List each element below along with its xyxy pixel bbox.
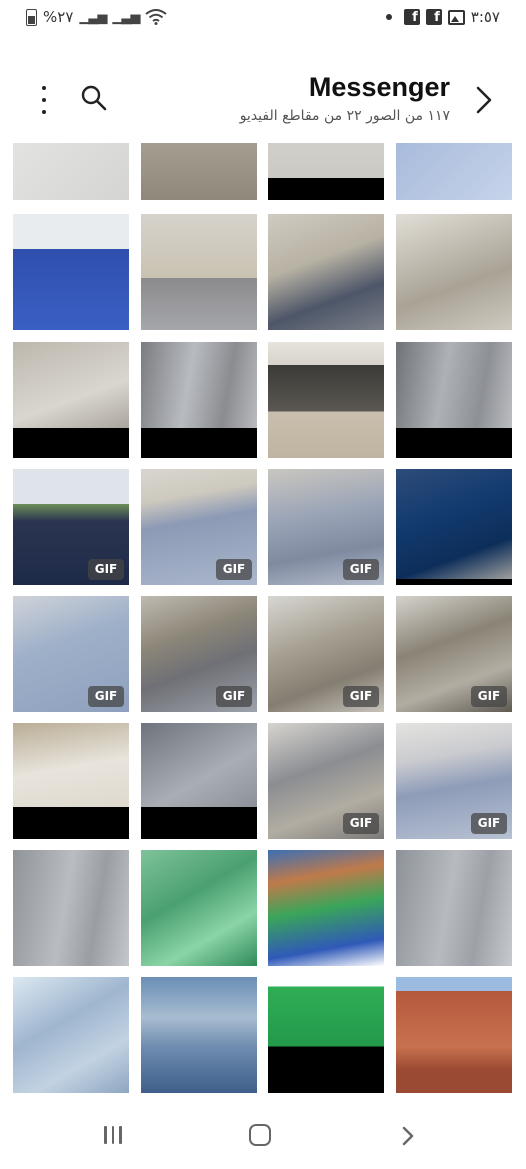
back-chevron-icon[interactable] — [398, 1126, 418, 1146]
media-thumbnail[interactable] — [141, 143, 257, 200]
chevron-right-icon[interactable] — [472, 84, 496, 116]
more-dot-icon — [42, 86, 46, 90]
thumbnail-image — [396, 850, 512, 966]
album-subtitle: ١١٧ من الصور ٢٢ من مقاطع الفيديو — [239, 108, 450, 124]
album-title: Messenger — [308, 72, 450, 102]
facebook-icon: f — [403, 9, 420, 25]
letterbox-bar — [13, 428, 129, 458]
media-thumbnail[interactable] — [141, 214, 257, 330]
gif-badge: GIF — [471, 813, 507, 834]
media-thumbnail[interactable] — [141, 850, 257, 966]
gif-badge: GIF — [88, 559, 124, 580]
media-thumbnail[interactable] — [13, 143, 129, 200]
media-thumbnail[interactable] — [13, 214, 129, 330]
media-thumbnail[interactable]: GIF — [141, 469, 257, 585]
thumbnail-image — [141, 977, 257, 1093]
gif-badge: GIF — [88, 686, 124, 707]
more-dot-icon — [42, 98, 46, 102]
media-thumbnail[interactable] — [141, 977, 257, 1093]
gif-badge: GIF — [216, 559, 252, 580]
thumbnail-image — [141, 214, 257, 330]
thumbnail-image — [396, 977, 512, 1093]
thumbnail-image — [13, 143, 129, 200]
status-right: f f ٣:٥٧ — [385, 8, 500, 26]
gif-badge: GIF — [216, 686, 252, 707]
signal-icon: ▁▃▅ — [79, 9, 107, 25]
media-thumbnail[interactable]: GIF — [13, 596, 129, 712]
thumbnail-image — [268, 977, 384, 1093]
status-bar: %٢٧ ▁▃▅ ▁▃▅ f f ٣:٥٧ — [0, 0, 526, 40]
letterbox-bar — [13, 807, 129, 839]
thumbnail-image — [13, 977, 129, 1093]
more-options-button[interactable] — [34, 86, 54, 114]
media-thumbnail[interactable] — [268, 977, 384, 1093]
letterbox-bar — [268, 178, 384, 200]
wifi-icon — [145, 9, 168, 25]
status-time: ٣:٥٧ — [470, 8, 500, 26]
media-thumbnail[interactable] — [396, 469, 512, 585]
system-nav-bar — [0, 1100, 526, 1169]
media-thumbnail[interactable] — [268, 214, 384, 330]
thumbnail-image — [268, 850, 384, 966]
thumbnail-image — [268, 214, 384, 330]
media-thumbnail[interactable] — [396, 143, 512, 200]
signal-icon-2: ▁▃▅ — [112, 9, 140, 25]
media-thumbnail[interactable] — [268, 342, 384, 458]
gif-badge: GIF — [343, 813, 379, 834]
gif-badge: GIF — [471, 686, 507, 707]
media-thumbnail[interactable] — [396, 214, 512, 330]
recent-apps-button[interactable] — [104, 1126, 122, 1144]
notification-dot-icon — [385, 14, 392, 20]
media-thumbnail[interactable] — [396, 850, 512, 966]
battery-percent: %٢٧ — [43, 8, 74, 26]
battery-icon — [26, 8, 37, 26]
letterbox-bar — [141, 807, 257, 839]
letterbox-bar — [396, 428, 512, 458]
media-thumbnail[interactable]: GIF — [141, 596, 257, 712]
thumbnail-image — [13, 850, 129, 966]
media-thumbnail[interactable] — [268, 143, 384, 200]
media-thumbnail[interactable] — [396, 342, 512, 458]
facebook-icon-2: f — [425, 9, 442, 25]
thumbnail-image — [396, 143, 512, 200]
gallery-notification-icon — [447, 9, 465, 25]
home-button[interactable] — [249, 1124, 271, 1146]
media-thumbnail[interactable] — [396, 977, 512, 1093]
media-thumbnail[interactable]: GIF — [268, 723, 384, 839]
gif-badge: GIF — [343, 559, 379, 580]
thumbnail-image — [141, 143, 257, 200]
media-thumbnail[interactable] — [141, 723, 257, 839]
media-thumbnail[interactable] — [13, 342, 129, 458]
media-thumbnail[interactable]: GIF — [268, 596, 384, 712]
media-thumbnail[interactable]: GIF — [268, 469, 384, 585]
gif-badge: GIF — [343, 686, 379, 707]
media-thumbnail[interactable]: GIF — [13, 469, 129, 585]
search-icon[interactable] — [80, 84, 108, 112]
media-grid: GIF GIF GIF GIF GIF GIF GIF GIF GIF — [13, 143, 513, 1093]
media-thumbnail[interactable] — [141, 342, 257, 458]
thumbnail-image — [268, 342, 384, 458]
album-header: Messenger ١١٧ من الصور ٢٢ من مقاطع الفيد… — [0, 60, 526, 140]
letterbox-bar — [141, 428, 257, 458]
thumbnail-image — [396, 469, 512, 585]
letterbox-bar — [396, 579, 512, 585]
media-thumbnail[interactable] — [268, 850, 384, 966]
media-thumbnail[interactable] — [13, 850, 129, 966]
thumbnail-image — [396, 214, 512, 330]
media-thumbnail[interactable] — [13, 977, 129, 1093]
thumbnail-image — [141, 850, 257, 966]
status-left: %٢٧ ▁▃▅ ▁▃▅ — [26, 8, 168, 26]
more-dot-icon — [42, 110, 46, 114]
media-thumbnail[interactable]: GIF — [396, 723, 512, 839]
media-thumbnail[interactable]: GIF — [396, 596, 512, 712]
media-thumbnail[interactable] — [13, 723, 129, 839]
thumbnail-image — [13, 214, 129, 330]
